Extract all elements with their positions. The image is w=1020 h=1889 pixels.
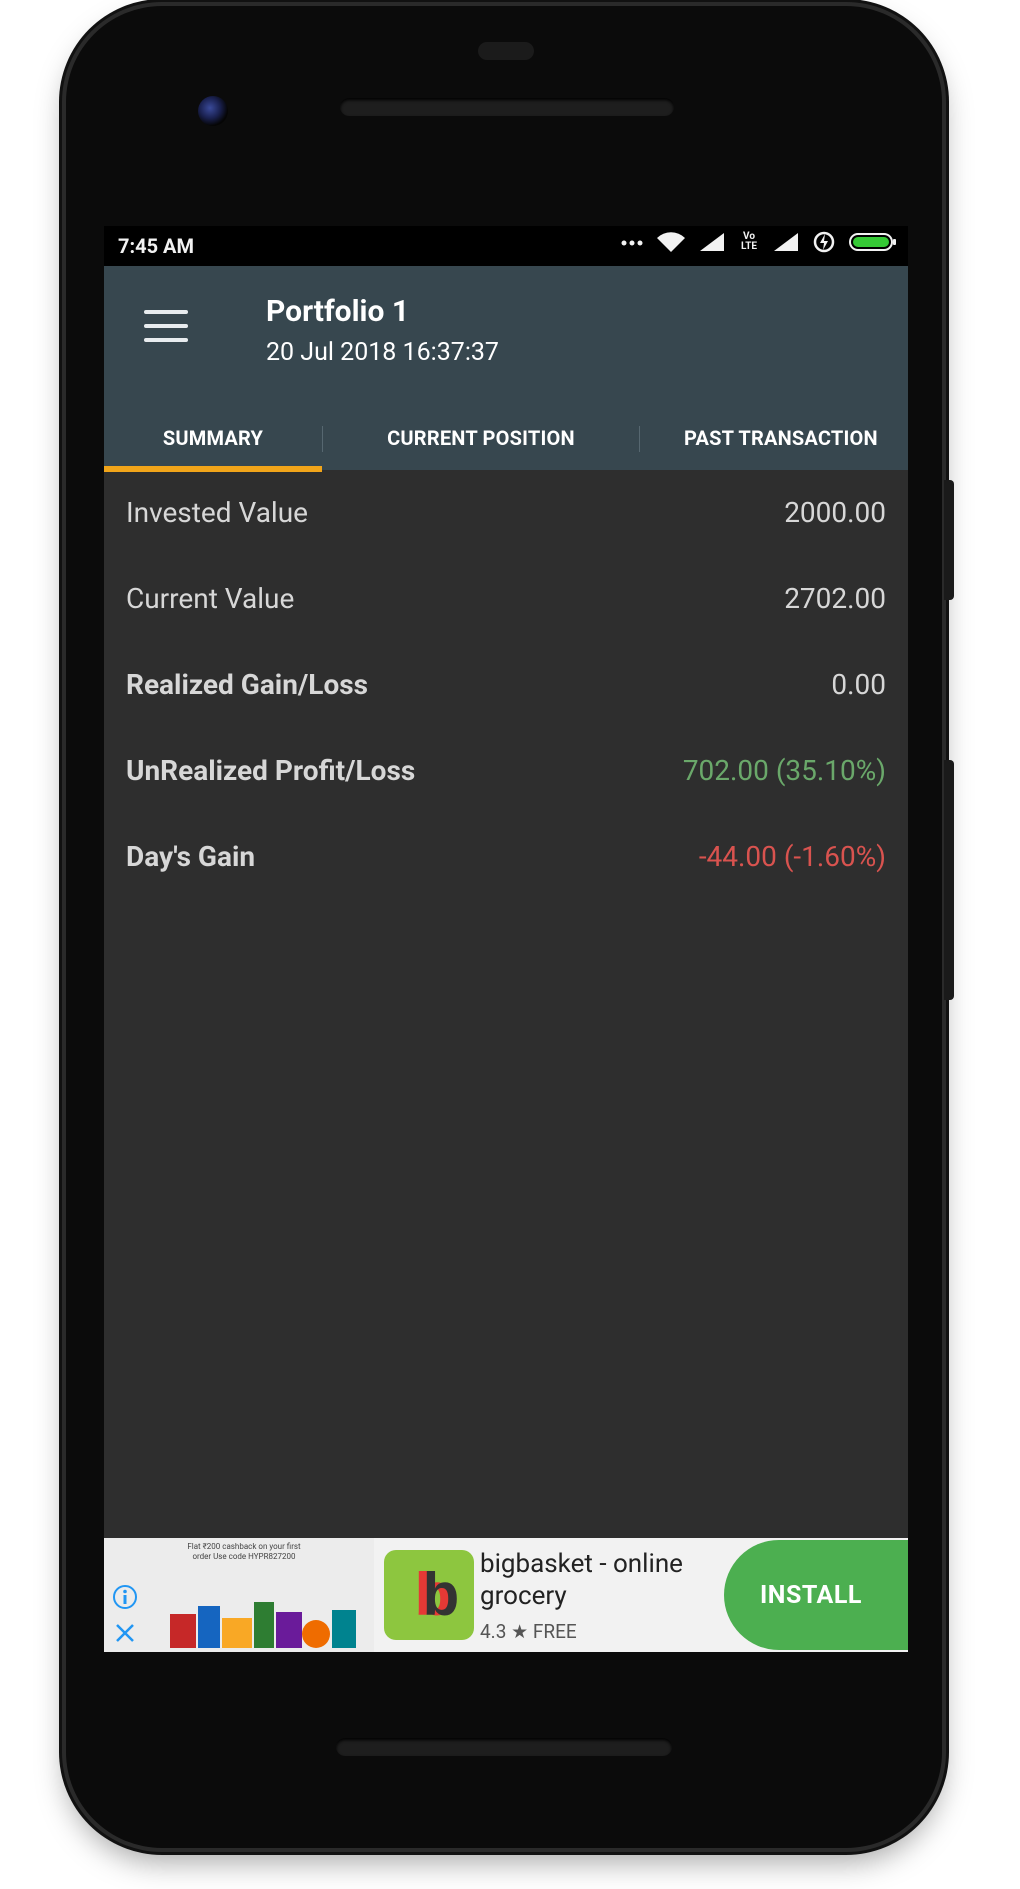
volume-button xyxy=(944,480,954,600)
ad-banner[interactable]: Flat ₹200 cashback on your first order U… xyxy=(104,1538,908,1652)
proximity-sensor xyxy=(478,42,534,60)
tab-past-transaction[interactable]: PAST TRANSACTION xyxy=(640,406,908,470)
ad-rating-value: 4.3 xyxy=(480,1620,507,1643)
row-label: UnRealized Profit/Loss xyxy=(126,754,416,787)
app-bar: Portfolio 1 20 Jul 2018 16:37:37 SUMMARY… xyxy=(104,266,908,472)
wifi-icon xyxy=(656,230,686,254)
row-label: Realized Gain/Loss xyxy=(126,668,369,701)
front-camera xyxy=(198,96,228,126)
volte-icon: Vo LTE xyxy=(740,231,758,252)
summary-list: Invested Value 2000.00 Current Value 270… xyxy=(104,470,908,900)
row-value: 2000.00 xyxy=(784,496,886,529)
install-button[interactable]: INSTALL xyxy=(724,1540,908,1650)
data-saver-icon xyxy=(812,230,836,254)
svg-text:b: b xyxy=(423,1561,460,1628)
bigbasket-logo[interactable]: b b xyxy=(384,1550,474,1640)
ad-app-title[interactable]: bigbasket - online grocery xyxy=(480,1548,720,1612)
summary-row-days-gain: Day's Gain -44.00 (-1.60%) xyxy=(104,814,908,900)
power-button xyxy=(944,760,954,1000)
ad-close-icon[interactable] xyxy=(114,1622,136,1644)
tab-bar: SUMMARY CURRENT POSITION PAST TRANSACTIO… xyxy=(104,406,908,472)
summary-row-unrealized-profit-loss: UnRealized Profit/Loss 702.00 (35.10%) xyxy=(104,728,908,814)
ad-info-icon[interactable] xyxy=(112,1584,138,1610)
status-time: 7:45 AM xyxy=(118,234,194,258)
page-title: Portfolio 1 xyxy=(266,294,410,329)
earpiece-speaker xyxy=(340,98,674,116)
tab-current-position[interactable]: CURRENT POSITION xyxy=(323,406,639,470)
summary-row-current-value: Current Value 2702.00 xyxy=(104,556,908,642)
ad-price: FREE xyxy=(532,1620,577,1643)
signal-icon xyxy=(698,231,726,253)
row-label: Day's Gain xyxy=(126,840,256,873)
battery-icon xyxy=(848,231,898,253)
ad-promo-image[interactable]: Flat ₹200 cashback on your first order U… xyxy=(104,1538,374,1652)
status-bar: 7:45 AM Vo LTE xyxy=(104,226,908,266)
ad-rating: 4.3 ★ FREE xyxy=(480,1620,577,1643)
row-value: -44.00 (-1.60%) xyxy=(698,840,886,873)
row-value: 0.00 xyxy=(831,668,886,701)
summary-row-realized-gain-loss: Realized Gain/Loss 0.00 xyxy=(104,642,908,728)
row-label: Current Value xyxy=(126,582,295,615)
status-icons: Vo LTE xyxy=(620,230,898,254)
row-value: 2702.00 xyxy=(784,582,886,615)
row-value: 702.00 (35.10%) xyxy=(682,754,886,787)
row-label: Invested Value xyxy=(126,496,309,529)
grocery-products-image xyxy=(166,1594,366,1650)
menu-icon[interactable] xyxy=(144,310,188,346)
tab-summary[interactable]: SUMMARY xyxy=(104,406,322,470)
page-subtitle: 20 Jul 2018 16:37:37 xyxy=(266,338,499,367)
signal-icon-2 xyxy=(772,231,800,253)
more-dots-icon xyxy=(620,237,644,247)
star-icon: ★ xyxy=(511,1620,529,1643)
ad-promo-text: Flat ₹200 cashback on your first order U… xyxy=(187,1542,301,1561)
summary-row-invested-value: Invested Value 2000.00 xyxy=(104,470,908,556)
bottom-speaker xyxy=(336,1738,672,1756)
